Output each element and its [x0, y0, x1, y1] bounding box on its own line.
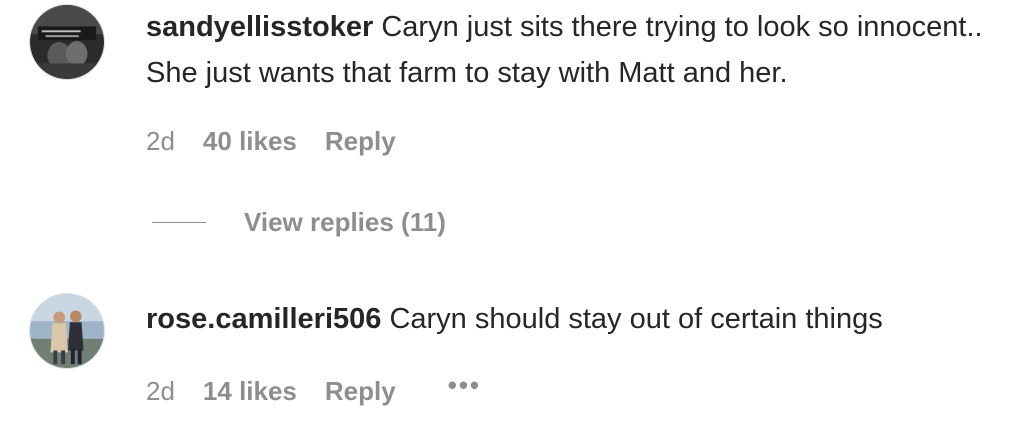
comment-username[interactable]: rose.camilleri506 [146, 303, 381, 335]
avatar-photo-icon [30, 5, 104, 79]
view-replies-label: View replies (11) [244, 207, 446, 237]
comment-text: sandyellisstoker Caryn just sits there t… [146, 4, 1012, 96]
likes-count[interactable]: 14 likes [203, 376, 297, 407]
divider-line [152, 222, 206, 223]
comment-text: rose.camilleri506 Caryn should stay out … [146, 296, 1012, 342]
comment-actions: 2d 14 likes Reply ••• [146, 370, 481, 407]
reply-button[interactable]: Reply [325, 126, 396, 157]
view-replies-button[interactable]: View replies (11) [152, 207, 446, 238]
avatar[interactable] [29, 293, 105, 369]
avatar[interactable] [29, 4, 105, 80]
avatar-photo-icon [30, 294, 104, 368]
reply-button[interactable]: Reply [325, 376, 396, 407]
more-options-icon[interactable]: ••• [448, 370, 481, 401]
comment-actions: 2d 40 likes Reply [146, 126, 396, 157]
comment-timestamp: 2d [146, 126, 175, 156]
comment-username[interactable]: sandyellisstoker [146, 11, 373, 43]
comment-timestamp: 2d [146, 376, 175, 406]
comment-body: Caryn should stay out of certain things [381, 303, 883, 335]
likes-count[interactable]: 40 likes [203, 126, 297, 157]
